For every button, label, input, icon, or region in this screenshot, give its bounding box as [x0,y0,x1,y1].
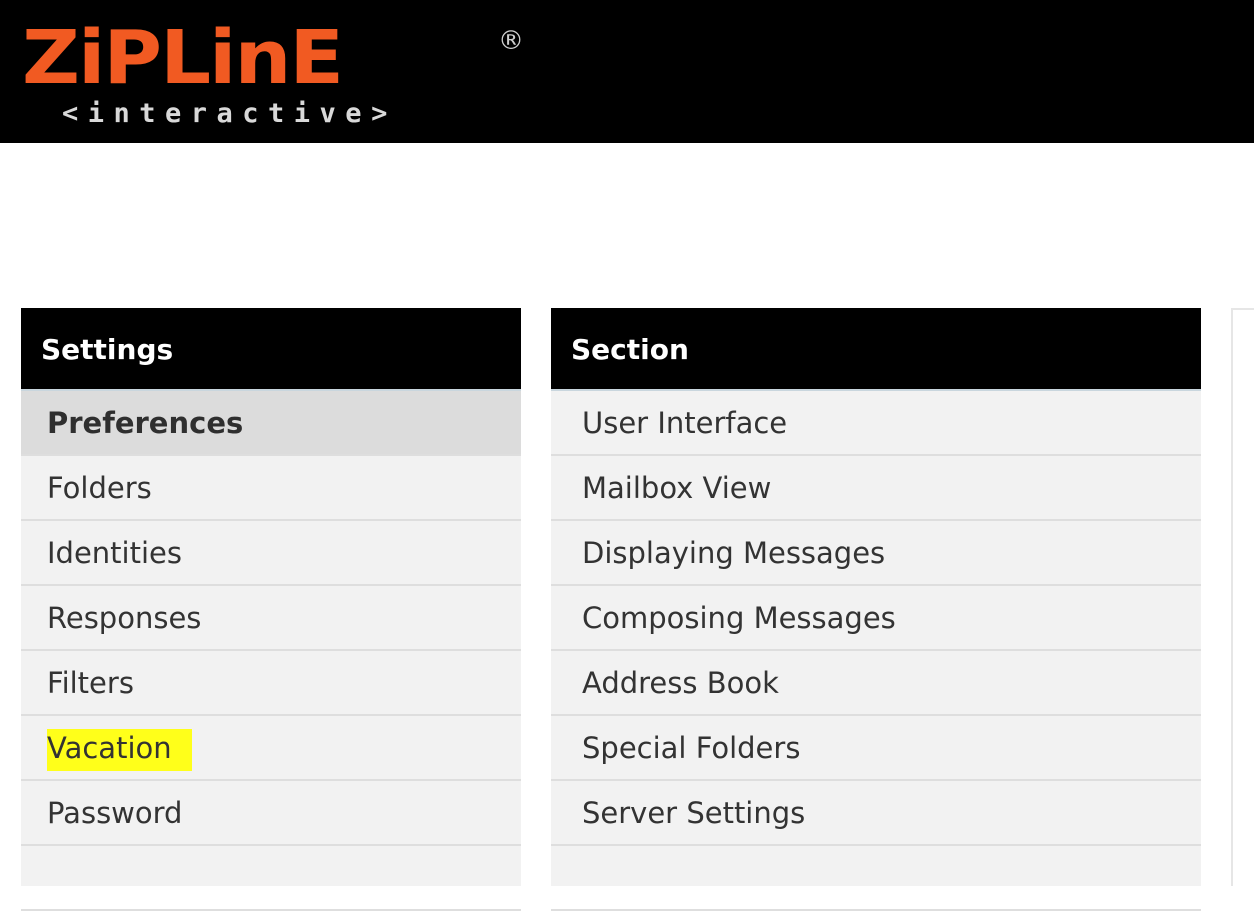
section-item-label: Displaying Messages [582,536,886,570]
section-panel-title: Section [551,308,1201,391]
settings-panel-title: Settings [21,308,521,391]
section-item-server-settings[interactable]: Server Settings [551,781,1201,846]
section-item-label: Address Book [582,666,779,700]
settings-item-password[interactable]: Password [21,781,521,846]
section-item-address-book[interactable]: Address Book [551,651,1201,716]
section-panel: Section User Interface Mailbox View Disp… [551,308,1201,911]
zipline-logo[interactable]: ZiPLinE ® <interactive> [22,14,524,131]
section-item-special-folders[interactable]: Special Folders [551,716,1201,781]
section-item-composing-messages[interactable]: Composing Messages [551,586,1201,651]
settings-panel: Settings Preferences Folders Identities … [21,308,521,911]
section-item-displaying-messages[interactable]: Displaying Messages [551,521,1201,586]
section-item-label: User Interface [582,406,788,440]
settings-item-label: Preferences [47,406,244,440]
settings-item-label: Vacation [47,729,192,771]
settings-item-identities[interactable]: Identities [21,521,521,586]
app-header: ZiPLinE ® <interactive> [0,0,1254,143]
section-item-label: Mailbox View [582,471,772,505]
settings-item-filters[interactable]: Filters [21,651,521,716]
settings-item-responses[interactable]: Responses [21,586,521,651]
settings-item-label: Password [47,796,183,830]
settings-item-vacation[interactable]: Vacation [21,716,521,781]
settings-item-folders[interactable]: Folders [21,456,521,521]
preferences-frame-edge [1231,308,1254,886]
section-list-empty-row [551,846,1201,911]
section-item-label: Composing Messages [582,601,896,635]
logo-wordmark: ZiPLinE [22,14,344,101]
registered-mark: ® [498,26,524,56]
settings-item-label: Responses [47,601,202,635]
section-item-mailbox-view[interactable]: Mailbox View [551,456,1201,521]
logo-tagline: <interactive> [62,98,397,129]
settings-item-preferences[interactable]: Preferences [21,391,521,456]
section-item-label: Special Folders [582,731,801,765]
section-item-label: Server Settings [582,796,806,830]
settings-item-label: Filters [47,666,134,700]
settings-list-empty-row [21,846,521,911]
settings-item-label: Folders [47,471,152,505]
section-item-user-interface[interactable]: User Interface [551,391,1201,456]
settings-item-label: Identities [47,536,182,570]
